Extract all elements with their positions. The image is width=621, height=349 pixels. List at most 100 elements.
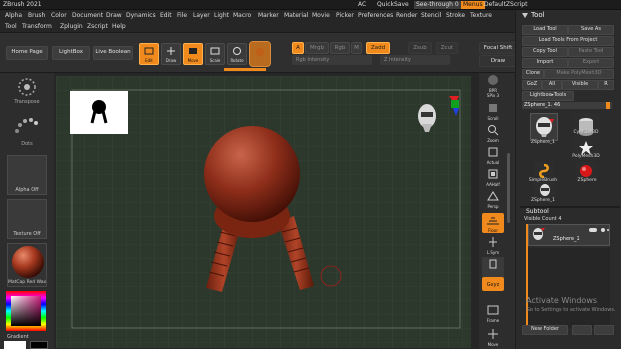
- subtool-list-item[interactable]: ZSphere_1: [528, 224, 610, 246]
- collapse-arrow-icon: [522, 13, 528, 18]
- navigation-cube[interactable]: [413, 92, 461, 136]
- spix-slider[interactable]: SPix 3: [482, 89, 504, 99]
- folder-action-button[interactable]: [572, 325, 592, 335]
- edit-mode-button[interactable]: Edit: [139, 43, 159, 65]
- zoom-button[interactable]: Zoom: [482, 123, 504, 143]
- menu-render[interactable]: Render: [396, 11, 417, 20]
- make-polymesh-button[interactable]: Make PolyMesh3D: [544, 69, 614, 79]
- menu-edit[interactable]: Edit: [160, 11, 172, 20]
- menu-stroke[interactable]: Stroke: [446, 11, 465, 20]
- menus-button[interactable]: Menus: [461, 1, 485, 9]
- zcut-button[interactable]: Zcut: [436, 42, 458, 54]
- see-through-slider[interactable]: See-through 0: [414, 1, 461, 9]
- color-picker[interactable]: [6, 291, 46, 331]
- scale-mode-button[interactable]: Scale: [205, 43, 225, 65]
- clone-button[interactable]: Clone: [522, 69, 544, 79]
- shelf-scrollbar[interactable]: [507, 153, 510, 223]
- focal-shift-slider[interactable]: Focal Shift: [479, 42, 517, 54]
- secondary-color-swatch[interactable]: [30, 341, 48, 349]
- persp-button[interactable]: Persp: [482, 189, 504, 209]
- menu-transform[interactable]: Transform: [22, 22, 52, 31]
- menu-picker[interactable]: Picker: [336, 11, 354, 20]
- material-selector[interactable]: MatCap Red Wax: [7, 243, 47, 287]
- scroll-button[interactable]: Scroll: [482, 101, 504, 121]
- menu-help[interactable]: Help: [112, 22, 126, 31]
- subtool-visibility-icon[interactable]: [589, 227, 609, 233]
- menu-zscript[interactable]: Zscript: [87, 22, 108, 31]
- menu-material[interactable]: Material: [284, 11, 308, 20]
- menu-document[interactable]: Document: [72, 11, 103, 20]
- zsub-button[interactable]: Zsub: [408, 42, 432, 54]
- current-tool-slider[interactable]: ZSphere_1. 46: [522, 102, 612, 109]
- m-button[interactable]: M: [351, 42, 362, 54]
- move-mode-button[interactable]: Move: [183, 43, 203, 65]
- gxyz-button[interactable]: Gxyz: [482, 277, 504, 291]
- transpose-button[interactable]: Transpose: [7, 75, 47, 105]
- floor-button[interactable]: Floor: [482, 213, 504, 233]
- goz-r-button[interactable]: R: [598, 80, 614, 90]
- local-button[interactable]: [482, 257, 504, 277]
- live-boolean-button[interactable]: Live Boolean: [93, 46, 133, 60]
- draw-size-slider[interactable]: Draw: [479, 55, 517, 67]
- default-zscript-button[interactable]: DefaultZScript: [484, 1, 527, 9]
- alpha-selector[interactable]: Alpha Off: [7, 155, 47, 195]
- tool-slider-handle[interactable]: [606, 102, 610, 109]
- menu-layer[interactable]: Layer: [193, 11, 210, 20]
- lightbox-tools-button[interactable]: Lightbox▸Tools: [522, 91, 574, 101]
- copy-tool-button[interactable]: Copy Tool: [522, 47, 568, 57]
- tool-header[interactable]: Tool: [520, 10, 620, 22]
- rgb-button[interactable]: Rgb: [330, 42, 350, 54]
- folder-delete-button[interactable]: [594, 325, 614, 335]
- primary-color-swatch[interactable]: [4, 341, 26, 349]
- menu-light[interactable]: Light: [214, 11, 229, 20]
- a-toggle[interactable]: A: [292, 42, 304, 54]
- stroke-dots-button[interactable]: Dots: [7, 111, 47, 149]
- home-page-button[interactable]: Home Page: [6, 46, 48, 60]
- canvas-viewport[interactable]: [56, 76, 471, 348]
- menu-file[interactable]: File: [177, 11, 187, 20]
- texture-selector[interactable]: Texture Off: [7, 199, 47, 239]
- menu-alpha[interactable]: Alpha: [5, 11, 22, 20]
- save-as-button[interactable]: Save As: [568, 25, 614, 35]
- menu-movie[interactable]: Movie: [312, 11, 330, 20]
- quicksave-button[interactable]: QuickSave: [377, 1, 409, 9]
- goz-button[interactable]: GoZ: [522, 80, 542, 90]
- menu-draw[interactable]: Draw: [106, 11, 122, 20]
- menu-marker[interactable]: Marker: [258, 11, 279, 20]
- subtool-header[interactable]: Subtool: [526, 208, 549, 215]
- frame-button[interactable]: Frame: [482, 303, 504, 323]
- ac-button[interactable]: AC: [358, 1, 366, 9]
- paste-tool-button[interactable]: Paste Tool: [568, 47, 614, 57]
- mrgb-button[interactable]: Mrgb: [305, 42, 329, 54]
- menu-stencil[interactable]: Stencil: [421, 11, 441, 20]
- menu-zplugin[interactable]: Zplugin: [60, 22, 83, 31]
- menu-preferences[interactable]: Preferences: [358, 11, 393, 20]
- lightbox-button[interactable]: LightBox: [52, 46, 90, 60]
- goz-all-button[interactable]: All: [542, 80, 562, 90]
- rgb-intensity-slider[interactable]: Rgb Intensity: [292, 55, 372, 65]
- rotate-mode-button[interactable]: Rotate: [227, 43, 247, 65]
- material-swatch[interactable]: [249, 41, 271, 67]
- lsym-button[interactable]: L.Sym: [482, 235, 504, 255]
- menu-color[interactable]: Color: [51, 11, 67, 20]
- actual-button[interactable]: Actual: [482, 145, 504, 165]
- zadd-button[interactable]: Zadd: [366, 42, 390, 54]
- menu-macro[interactable]: Macro: [233, 11, 251, 20]
- new-folder-button[interactable]: New Folder: [522, 325, 568, 335]
- menu-texture[interactable]: Texture: [470, 11, 492, 20]
- import-button[interactable]: Import: [522, 58, 568, 68]
- z-intensity-slider[interactable]: Z Intensity: [380, 55, 450, 65]
- tool-thumb-cylinder3d[interactable]: [572, 113, 600, 141]
- menu-brush[interactable]: Brush: [28, 11, 45, 20]
- export-button[interactable]: Export: [568, 58, 614, 68]
- aahalf-button[interactable]: AAHalf: [482, 167, 504, 187]
- menu-tool[interactable]: Tool: [5, 22, 17, 31]
- move-view-button[interactable]: Move: [482, 327, 504, 347]
- tool-thumb-zsphere-1[interactable]: [530, 113, 558, 141]
- draw-mode-button[interactable]: Draw: [161, 43, 181, 65]
- load-tools-from-project-button[interactable]: Load Tools From Project: [522, 36, 614, 46]
- tool-thumb-zsphere-1b[interactable]: [534, 182, 556, 198]
- goz-visible-button[interactable]: Visible: [562, 80, 598, 90]
- menu-dynamics[interactable]: Dynamics: [126, 11, 156, 20]
- load-tool-button[interactable]: Load Tool: [522, 25, 568, 35]
